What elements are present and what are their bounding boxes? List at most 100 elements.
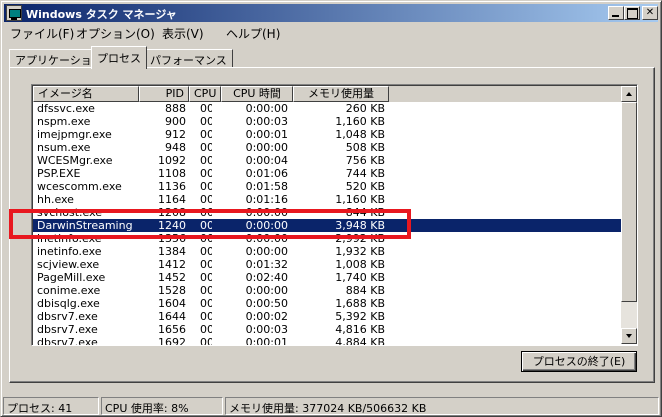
column-cpu-time[interactable]: CPU 時間 — [221, 86, 293, 102]
tab-processes[interactable]: プロセス — [91, 46, 147, 69]
process-cpu-time: 0:00:01 — [245, 128, 288, 141]
column-memory[interactable]: メモリ使用量 — [293, 86, 389, 102]
process-name: hh.exe — [37, 193, 74, 206]
menu-file[interactable]: ファイル(F) — [10, 25, 74, 42]
process-cpu: 00 — [200, 115, 212, 128]
table-row[interactable]: dfssvc.exe 888 00 0:00:00 260 KB — [33, 102, 621, 115]
process-cpu: 00 — [200, 284, 212, 297]
status-cpu: CPU 使用率: 8% — [101, 397, 223, 415]
process-cpu: 00 — [200, 102, 212, 115]
process-pid: 1384 — [158, 245, 186, 258]
process-name: dbsrv7.exe — [37, 310, 98, 323]
process-pid: 1644 — [158, 310, 186, 323]
table-row[interactable]: dbsrv7.exe 1644 00 0:00:02 5,392 KB — [33, 310, 621, 323]
arrow-down-icon — [626, 334, 632, 338]
table-row[interactable]: WCESMgr.exe 1092 00 0:00:04 756 KB — [33, 154, 621, 167]
process-memory: 4,816 KB — [335, 323, 385, 336]
table-row-selected[interactable]: DarwinStreaming 1240 00 0:00:00 3,948 KB — [33, 219, 621, 232]
process-list[interactable]: イメージ名 PID CPU CPU 時間 メモリ使用量 dfssvc.exe 88… — [31, 84, 638, 346]
window-title: Windows タスク マネージャ — [26, 8, 177, 21]
process-memory: 4,884 KB — [335, 336, 385, 346]
process-name: dbsrv7.exe — [37, 323, 98, 336]
process-pid: 1528 — [158, 284, 186, 297]
process-pid: 900 — [165, 115, 186, 128]
process-cpu: 00 — [200, 310, 212, 323]
process-memory: 1,160 KB — [335, 193, 385, 206]
table-row[interactable]: dbsrv7.exe 1692 00 0:00:01 4,884 KB — [33, 336, 621, 346]
title-bar[interactable]: Windows タスク マネージャ ✕ — [4, 4, 658, 22]
process-pid: 1356 — [158, 232, 186, 245]
column-pid[interactable]: PID — [139, 86, 189, 102]
vertical-scrollbar[interactable] — [621, 86, 637, 344]
process-pid: 1604 — [158, 297, 186, 310]
menu-view[interactable]: 表示(V) — [162, 25, 204, 42]
process-memory: 1,160 KB — [335, 115, 385, 128]
process-memory: 756 KB — [345, 154, 385, 167]
process-cpu: 00 — [200, 271, 212, 284]
process-cpu-time: 0:00:03 — [245, 323, 288, 336]
process-name: DarwinStreaming — [37, 219, 133, 232]
process-pid: 888 — [165, 102, 186, 115]
process-cpu: 00 — [200, 180, 212, 193]
scroll-up-button[interactable] — [621, 86, 637, 102]
table-row[interactable]: scjview.exe 1412 00 0:01:32 1,008 KB — [33, 258, 621, 271]
scroll-thumb[interactable] — [621, 102, 637, 302]
close-button[interactable]: ✕ — [642, 6, 658, 20]
process-name: PageMill.exe — [37, 271, 106, 284]
process-pid: 912 — [165, 128, 186, 141]
table-row[interactable]: conime.exe 1528 00 0:00:00 884 KB — [33, 284, 621, 297]
table-row[interactable]: inetinfo.exe 1384 00 0:00:00 1,932 KB — [33, 245, 621, 258]
table-row[interactable]: wcescomm.exe 1136 00 0:01:58 520 KB — [33, 180, 621, 193]
status-bar: プロセス: 41 CPU 使用率: 8% メモリ使用量: 377024 KB/5… — [3, 397, 659, 415]
table-row[interactable]: svchost.exe 1208 00 0:00:00 844 KB — [33, 206, 621, 219]
process-name: inetinfo.exe — [37, 245, 102, 258]
table-row[interactable]: PageMill.exe 1452 00 0:02:40 1,740 KB — [33, 271, 621, 284]
process-name: svchost.exe — [37, 206, 103, 219]
minimize-button[interactable] — [608, 6, 624, 20]
process-pid: 1240 — [158, 219, 186, 232]
process-name: WCESMgr.exe — [37, 154, 113, 167]
process-cpu-time: 0:01:58 — [245, 180, 288, 193]
process-pid: 1656 — [158, 323, 186, 336]
maximize-button[interactable] — [624, 6, 640, 20]
process-name: scjview.exe — [37, 258, 100, 271]
process-name: conime.exe — [37, 284, 101, 297]
tab-performance[interactable]: パフォーマンス — [144, 49, 233, 68]
column-image-name[interactable]: イメージ名 — [33, 86, 139, 102]
scroll-down-button[interactable] — [621, 328, 637, 344]
tab-strip: アプリケーション プロセス パフォーマンス — [9, 46, 659, 69]
table-row[interactable]: dbsrv7.exe 1656 00 0:00:03 4,816 KB — [33, 323, 621, 336]
process-cpu-time: 0:00:00 — [245, 141, 288, 154]
table-row[interactable]: PSP.EXE 1108 00 0:01:06 744 KB — [33, 167, 621, 180]
table-row[interactable]: imejpmgr.exe 912 00 0:00:01 1,048 KB — [33, 128, 621, 141]
column-cpu[interactable]: CPU — [189, 86, 221, 102]
table-row[interactable]: dbisqlg.exe 1604 00 0:00:50 1,688 KB — [33, 297, 621, 310]
process-name: nspm.exe — [37, 115, 91, 128]
process-name: dbsrv7.exe — [37, 336, 98, 346]
table-row[interactable]: hh.exe 1164 00 0:01:16 1,160 KB — [33, 193, 621, 206]
task-manager-window: Windows タスク マネージャ ✕ ファイル(F) オプション(O) 表示(… — [0, 0, 662, 417]
table-row[interactable]: nsum.exe 948 00 0:00:00 508 KB — [33, 141, 621, 154]
process-cpu-time: 0:00:00 — [245, 102, 288, 115]
table-row[interactable]: inetinfo.exe 1356 00 0:00:00 2,992 KB — [33, 232, 621, 245]
process-name: PSP.EXE — [37, 167, 81, 180]
process-cpu-time: 0:00:01 — [245, 336, 288, 346]
task-manager-icon — [6, 5, 22, 21]
table-row[interactable]: nspm.exe 900 00 0:00:03 1,160 KB — [33, 115, 621, 128]
menu-options[interactable]: オプション(O) — [76, 25, 155, 42]
process-pid: 1412 — [158, 258, 186, 271]
end-process-button[interactable]: プロセスの終了(E) — [521, 351, 637, 372]
process-memory: 520 KB — [345, 180, 385, 193]
process-memory: 3,948 KB — [335, 219, 385, 232]
process-memory: 1,048 KB — [335, 128, 385, 141]
process-pid: 1452 — [158, 271, 186, 284]
process-cpu: 00 — [200, 336, 212, 346]
process-cpu-time: 0:00:00 — [245, 206, 288, 219]
process-memory: 1,740 KB — [335, 271, 385, 284]
process-pid: 1092 — [158, 154, 186, 167]
process-cpu: 00 — [200, 245, 212, 258]
menu-help[interactable]: ヘルプ(H) — [226, 25, 280, 42]
process-cpu-time: 0:00:04 — [245, 154, 288, 167]
process-name: wcescomm.exe — [37, 180, 122, 193]
process-cpu-time: 0:01:06 — [245, 167, 288, 180]
